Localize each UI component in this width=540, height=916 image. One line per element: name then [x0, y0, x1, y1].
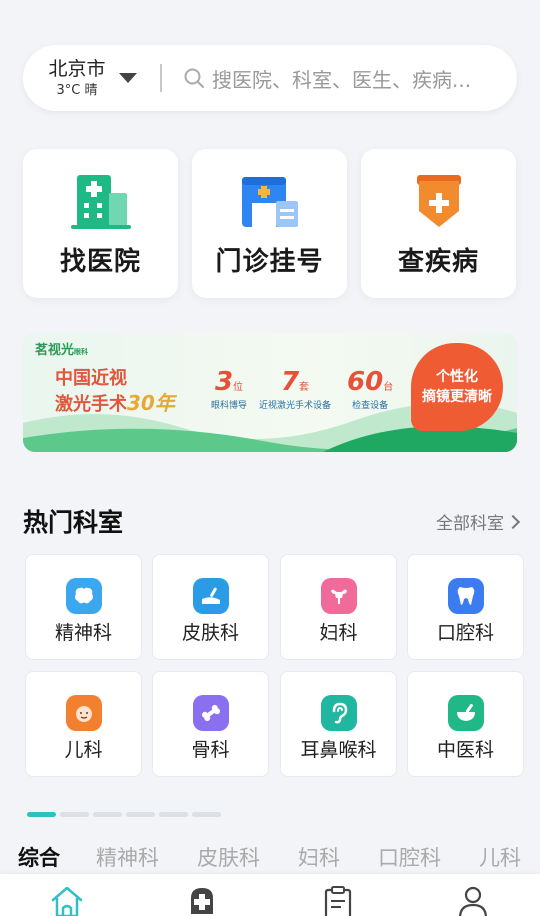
quick-actions: 找医院 门诊挂号 查疾病 [23, 149, 517, 298]
registration-card[interactable]: 门诊挂号 [192, 149, 347, 298]
stat-unit: 位 [233, 382, 244, 393]
tab-gynecology[interactable]: 妇科 [298, 842, 340, 872]
clipboard-icon[interactable] [321, 884, 355, 916]
all-departments-link[interactable]: 全部科室 [436, 509, 521, 534]
stat-number: 3 [214, 367, 234, 397]
clinic-registration-icon [241, 177, 298, 227]
tab-psychiatry[interactable]: 精神科 [96, 842, 159, 872]
department-label: 骨科 [191, 739, 230, 761]
page-dot[interactable] [126, 812, 155, 817]
banner-brand: 茗视光眼科 [35, 339, 88, 358]
department-item[interactable]: 口腔科 [407, 554, 524, 660]
stat-number: 60 [347, 367, 384, 397]
department-item[interactable]: 妇科 [280, 554, 397, 660]
section-title: 热门科室 [23, 508, 124, 537]
headline-line2: 激光手术 [55, 394, 127, 415]
chevron-down-icon[interactable] [119, 73, 137, 83]
ear-icon [320, 695, 357, 731]
bottom-nav [0, 874, 540, 916]
category-tabs: 综合 精神科 皮肤科 妇科 口腔科 儿科 [18, 842, 540, 872]
registration-label: 门诊挂号 [215, 247, 324, 277]
department-item[interactable]: 中医科 [407, 671, 524, 777]
weather-text: 3°C 晴 [56, 82, 98, 98]
department-item[interactable]: 骨科 [152, 671, 269, 777]
divider [160, 64, 162, 92]
mortar-pestle-icon [447, 695, 484, 731]
chevron-right-icon [505, 514, 521, 529]
department-item[interactable]: 皮肤科 [152, 554, 269, 660]
headline-years: 30年 [127, 391, 175, 415]
baby-face-icon [65, 695, 102, 731]
disease-lookup-card[interactable]: 查疾病 [361, 149, 516, 298]
stat-caption: 近视激光手术设备 [259, 401, 332, 411]
tab-pediatrics[interactable]: 儿科 [479, 842, 521, 872]
stat-caption: 检查设备 [352, 401, 389, 411]
department-label: 儿科 [64, 739, 103, 761]
disease-lookup-label: 查疾病 [397, 247, 479, 277]
department-label: 口腔科 [436, 622, 494, 644]
badge-line1: 个性化 [436, 369, 478, 385]
hospital-building-icon [70, 175, 131, 229]
promo-banner[interactable]: 茗视光眼科 中国近视 激光手术30年 3位 眼科博导 7套 近视激光手术设备 6… [23, 333, 517, 452]
home-icon[interactable] [50, 884, 84, 916]
headline-line1: 中国近视 [55, 368, 127, 389]
city-selector[interactable]: 北京市 3°C 晴 [47, 58, 107, 99]
banner-headline: 中国近视 激光手术30年 [55, 367, 175, 417]
badge-line2: 摘镜更清晰 [422, 389, 492, 405]
medical-shield-icon [416, 175, 461, 227]
department-item[interactable]: 儿科 [25, 671, 142, 777]
department-label: 耳鼻喉科 [300, 739, 377, 761]
department-label: 中医科 [436, 739, 494, 761]
brand-sub: 眼科 [74, 348, 89, 356]
brand-name: 茗视光 [35, 343, 75, 358]
city-name: 北京市 [48, 57, 106, 80]
department-label: 皮肤科 [181, 622, 239, 644]
search-input[interactable]: 搜医院、科室、医生、疾病... [212, 64, 502, 93]
skin-care-icon [192, 578, 229, 614]
tooth-icon [447, 578, 484, 614]
brain-icon [65, 578, 102, 614]
bone-icon [192, 695, 229, 731]
uterus-icon [320, 578, 357, 614]
page-dot[interactable] [60, 812, 89, 817]
department-item[interactable]: 精神科 [25, 554, 142, 660]
medical-cross-icon[interactable] [185, 884, 219, 916]
stat-unit: 台 [383, 382, 394, 393]
banner-badge: 个性化 摘镜更清晰 [411, 343, 503, 431]
all-departments-label: 全部科室 [436, 514, 504, 534]
page-dot[interactable] [27, 812, 56, 817]
page-dot[interactable] [192, 812, 221, 817]
stat-item: 3位 眼科博导 [211, 368, 247, 411]
user-icon[interactable] [456, 884, 490, 916]
stat-item: 60台 检查设备 [347, 368, 393, 411]
find-hospital-card[interactable]: 找医院 [23, 149, 178, 298]
page-indicator [27, 812, 221, 817]
department-label: 精神科 [54, 622, 112, 644]
tab-dermatology[interactable]: 皮肤科 [197, 842, 260, 872]
search-icon [184, 68, 204, 88]
tab-comprehensive[interactable]: 综合 [18, 842, 60, 872]
stat-caption: 眼科博导 [211, 401, 248, 411]
page-dot[interactable] [159, 812, 188, 817]
stat-item: 7套 近视激光手术设备 [259, 368, 331, 411]
search-bar[interactable]: 北京市 3°C 晴 搜医院、科室、医生、疾病... [23, 45, 517, 111]
stat-unit: 套 [299, 382, 310, 393]
department-label: 妇科 [319, 622, 358, 644]
page-dot[interactable] [93, 812, 122, 817]
find-hospital-label: 找医院 [59, 247, 141, 277]
department-grid: 精神科 皮肤科 妇科 口腔科 儿科 骨科 耳鼻喉科 中医科 [25, 554, 525, 778]
stat-number: 7 [280, 367, 300, 397]
tab-dental[interactable]: 口腔科 [378, 842, 441, 872]
department-item[interactable]: 耳鼻喉科 [280, 671, 397, 777]
